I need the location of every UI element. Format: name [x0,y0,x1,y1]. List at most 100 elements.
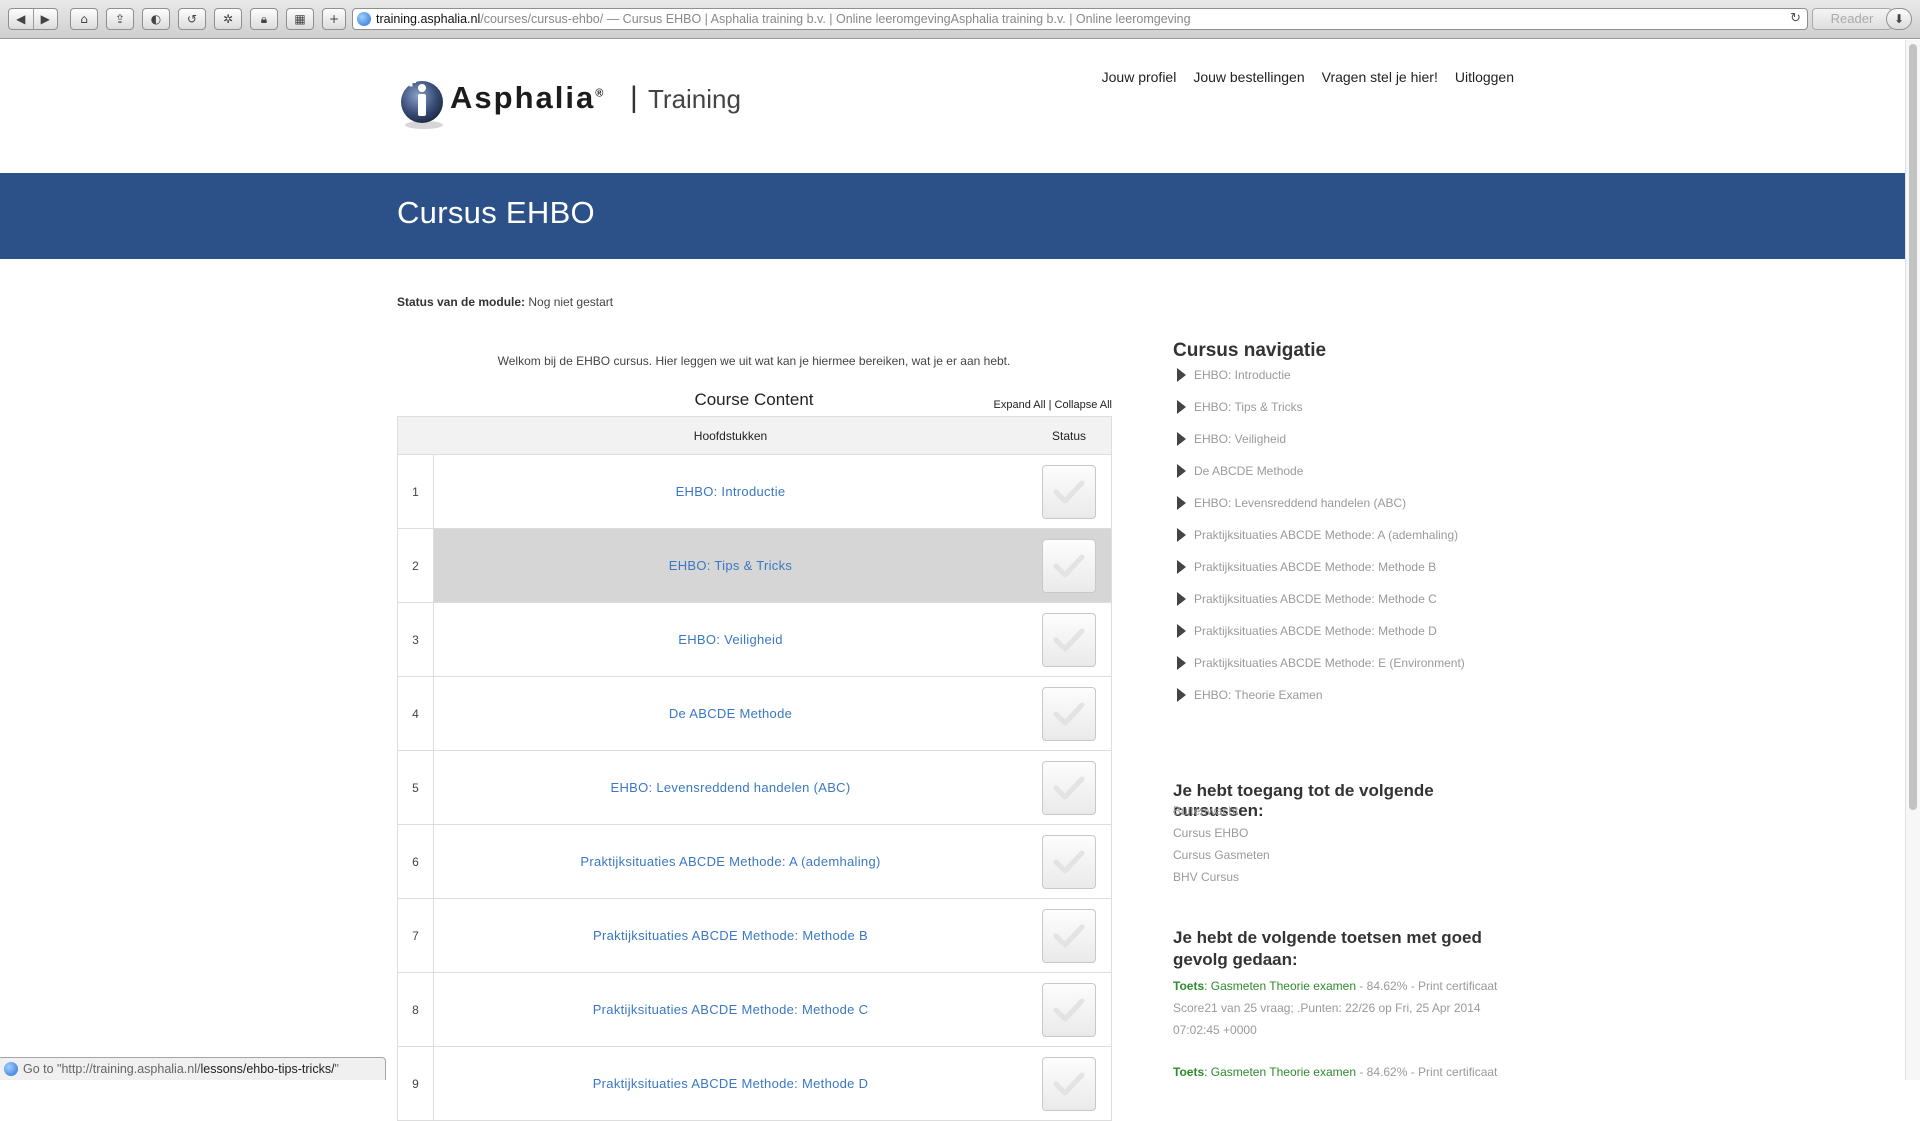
caret-right-icon[interactable] [1177,368,1186,382]
caret-right-icon[interactable] [1177,400,1186,414]
caret-right-icon[interactable] [1177,496,1186,510]
course-nav-item-label[interactable]: Praktijksituaties ABCDE Methode: Methode… [1194,560,1436,574]
privacy-icon[interactable]: ◐ [142,8,170,30]
lesson-link[interactable]: Praktijksituaties ABCDE Methode: Methode… [434,1047,1027,1120]
caret-right-icon[interactable] [1177,656,1186,670]
test-name-link[interactable]: Gasmeten Theorie examen [1211,979,1356,993]
course-intro-text: Welkom bij de EHBO cursus. Hier leggen w… [497,354,1011,368]
test-details: Score21 van 25 vraag; .Punten: 22/26 op … [1173,1001,1481,1037]
course-nav-item[interactable]: Praktijksituaties ABCDE Methode: E (Envi… [1173,651,1513,683]
lesson-status-checkbox[interactable] [1042,686,1096,741]
course-nav-item-label[interactable]: EHBO: Theorie Examen [1194,688,1323,702]
course-nav-item-label[interactable]: EHBO: Tips & Tricks [1194,400,1303,414]
checkmark-icon [1053,776,1085,799]
lesson-status-checkbox[interactable] [1042,908,1096,963]
course-nav-item[interactable]: EHBO: Veiligheid [1173,427,1513,459]
lesson-link[interactable]: EHBO: Levensreddend handelen (ABC) [434,751,1027,824]
course-nav-item[interactable]: Praktijksituaties ABCDE Methode: Methode… [1173,555,1513,587]
lesson-status-checkbox[interactable] [1042,982,1096,1037]
lesson-status-checkbox[interactable] [1042,612,1096,667]
row-number: 7 [398,899,434,972]
back-icon[interactable]: ◀ [9,9,33,29]
nav-logout-link[interactable]: Uitloggen [1455,69,1514,85]
course-nav-item-label[interactable]: Praktijksituaties ABCDE Methode: A (adem… [1194,528,1458,542]
lesson-link[interactable]: Praktijksituaties ABCDE Methode: Methode… [434,973,1027,1046]
lesson-link[interactable]: EHBO: Introductie [434,455,1027,528]
course-access-item[interactable]: BHV Cursus [1173,868,1513,890]
caret-right-icon[interactable] [1177,528,1186,542]
reload-history-icon[interactable]: ↺ [178,8,206,30]
caret-right-icon[interactable] [1177,464,1186,478]
extension-icon[interactable]: ✲ [214,8,242,30]
lock-icon[interactable]: 🔒︎ [250,8,278,30]
expand-all-link[interactable]: Expand All [994,399,1046,411]
course-nav-item-label[interactable]: Praktijksituaties ABCDE Methode: Methode… [1194,624,1437,638]
status-url-suffix: " [334,1062,339,1076]
course-nav-item[interactable]: Praktijksituaties ABCDE Methode: Methode… [1173,587,1513,619]
expand-collapse-controls: Expand All | Collapse All [994,399,1112,411]
forward-icon[interactable]: ▶ [32,9,58,29]
reload-icon[interactable]: ↻ [1790,9,1801,29]
course-nav-item-label[interactable]: EHBO: Levensreddend handelen (ABC) [1194,496,1406,510]
course-nav-item[interactable]: Praktijksituaties ABCDE Methode: Methode… [1173,619,1513,651]
lesson-link[interactable]: Praktijksituaties ABCDE Methode: Methode… [434,899,1027,972]
course-nav-item[interactable]: EHBO: Theorie Examen [1173,683,1513,715]
new-tab-icon[interactable]: + [322,8,346,30]
caret-right-icon[interactable] [1177,688,1186,702]
scrollbar-thumb[interactable] [1909,44,1917,810]
course-nav-item-label[interactable]: EHBO: Veiligheid [1194,432,1286,446]
course-access-item[interactable]: Cursus Gasmeten [1173,846,1513,868]
course-nav-item-label[interactable]: De ABCDE Methode [1194,464,1303,478]
url-page-title: — Cursus EHBO | Asphalia training b.v. |… [603,12,1191,26]
lesson-link[interactable]: De ABCDE Methode [434,677,1027,750]
course-nav-item-label[interactable]: Praktijksituaties ABCDE Methode: E (Envi… [1194,656,1465,670]
course-access-item[interactable]: Buitenwacht [1173,802,1513,824]
module-status-label: Status van de module: [397,295,526,309]
lesson-link[interactable]: EHBO: Veiligheid [434,603,1027,676]
back-forward-buttons[interactable]: ◀ ▶ [8,8,58,30]
lesson-link[interactable]: EHBO: Tips & Tricks [434,529,1027,602]
address-bar[interactable]: training.asphalia.nl/courses/cursus-ehbo… [352,8,1808,30]
course-nav-item[interactable]: EHBO: Tips & Tricks [1173,395,1513,427]
course-nav-item-label[interactable]: EHBO: Introductie [1194,368,1291,382]
lesson-link[interactable]: Praktijksituaties ABCDE Methode: A (adem… [434,825,1027,898]
nav-profile-link[interactable]: Jouw profiel [1102,69,1177,85]
share-icon[interactable]: ⇪ [106,8,134,30]
globe-icon [357,12,371,26]
caret-right-icon[interactable] [1177,432,1186,446]
home-icon[interactable]: ⌂ [70,8,98,30]
course-access-item[interactable]: Cursus EHBO [1173,824,1513,846]
test-score[interactable]: - 84.62% - Print certificaat [1356,979,1497,993]
caret-right-icon[interactable] [1177,592,1186,606]
test-name-link[interactable]: Gasmeten Theorie examen [1211,1065,1356,1079]
collapse-all-link[interactable]: Collapse All [1055,399,1112,411]
course-nav-item-label[interactable]: Praktijksituaties ABCDE Methode: Methode… [1194,592,1437,606]
lesson-status-checkbox[interactable] [1042,760,1096,815]
course-nav-item[interactable]: EHBO: Introductie [1173,363,1513,395]
caret-right-icon[interactable] [1177,560,1186,574]
course-nav-item[interactable]: De ABCDE Methode [1173,459,1513,491]
nav-orders-link[interactable]: Jouw bestellingen [1193,69,1304,85]
test-score[interactable]: - 84.62% - Print certificaat [1356,1065,1497,1079]
lesson-status-checkbox[interactable] [1042,834,1096,889]
reader-button[interactable]: Reader [1812,8,1892,30]
table-row: 8 Praktijksituaties ABCDE Methode: Metho… [398,973,1111,1047]
lesson-status-checkbox[interactable] [1042,464,1096,519]
module-status: Status van de module: Nog niet gestart [397,295,613,309]
nav-questions-link[interactable]: Vragen stel je hier! [1322,69,1438,85]
caret-right-icon[interactable] [1177,624,1186,638]
table-row: 9 Praktijksituaties ABCDE Methode: Metho… [398,1047,1111,1121]
reading-list-icon[interactable]: ▦ [286,8,314,30]
row-number: 2 [398,529,434,602]
checkmark-icon [1053,702,1085,725]
lesson-status-checkbox[interactable] [1042,538,1096,593]
download-icon[interactable]: ⬇ [1886,8,1912,30]
row-number: 8 [398,973,434,1046]
course-nav-item[interactable]: EHBO: Levensreddend handelen (ABC) [1173,491,1513,523]
logo-subtitle: Training [648,84,741,114]
row-number: 1 [398,455,434,528]
table-row: 3 EHBO: Veiligheid [398,603,1111,677]
site-logo[interactable]: Asphalia® | Training [398,70,741,134]
course-nav-item[interactable]: Praktijksituaties ABCDE Methode: A (adem… [1173,523,1513,555]
lesson-status-checkbox[interactable] [1042,1056,1096,1111]
